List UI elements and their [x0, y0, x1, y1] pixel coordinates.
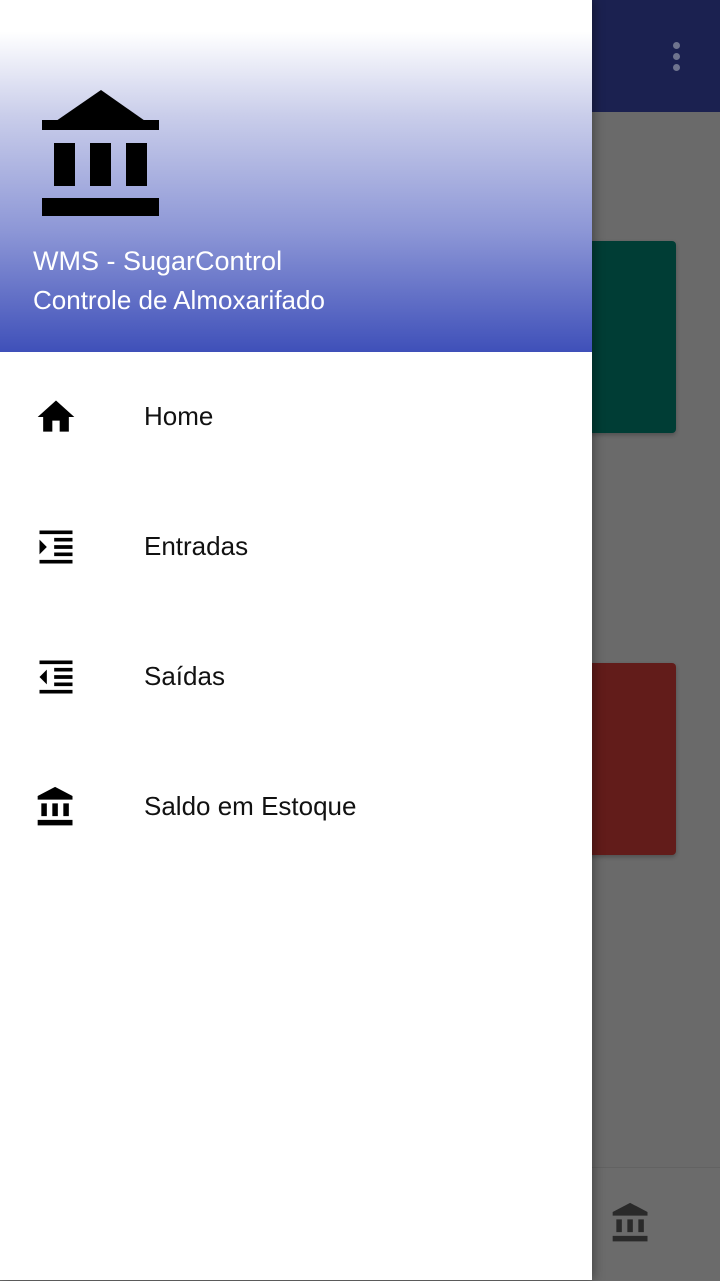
drawer-item-saldo-em-estoque[interactable]: Saldo em Estoque: [0, 742, 592, 872]
bank-icon: [37, 786, 73, 826]
drawer-item-entradas[interactable]: Entradas: [0, 482, 592, 612]
home-icon: [37, 400, 75, 432]
bank-icon[interactable]: [609, 1201, 653, 1245]
drawer-item-label: Entradas: [144, 531, 249, 561]
app-subtitle: Controle de Almoxarifado: [33, 285, 325, 315]
drawer-item-label: Saídas: [144, 661, 225, 691]
drawer-item-saidas[interactable]: Saídas: [0, 612, 592, 742]
bank-icon: [42, 90, 159, 216]
navigation-drawer: WMS - SugarControl Controle de Almoxarif…: [0, 0, 592, 1280]
app-title: WMS - SugarControl: [33, 246, 283, 276]
more-vert-icon[interactable]: [664, 36, 688, 76]
format-indent-increase-icon: [39, 530, 73, 564]
drawer-item-home[interactable]: Home: [0, 352, 592, 482]
format-indent-decrease-icon: [39, 660, 73, 694]
drawer-item-label: Saldo em Estoque: [144, 791, 357, 821]
drawer-header: WMS - SugarControl Controle de Almoxarif…: [0, 0, 592, 352]
drawer-item-label: Home: [144, 401, 214, 431]
